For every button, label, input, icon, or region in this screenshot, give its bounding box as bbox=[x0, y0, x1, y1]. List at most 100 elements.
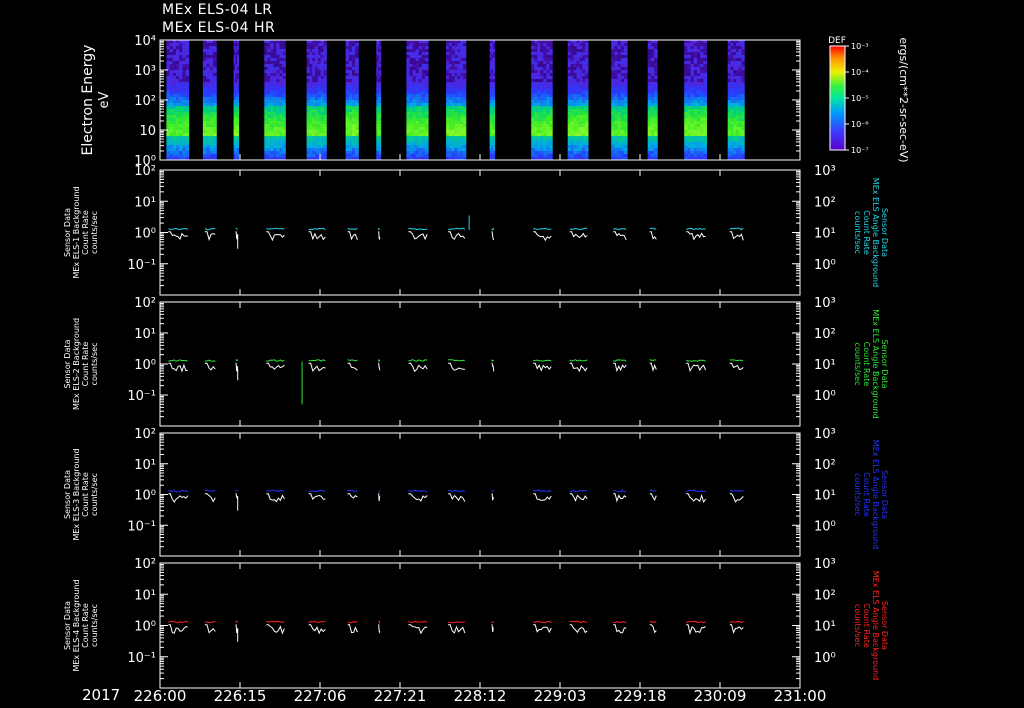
background-trace bbox=[347, 620, 358, 624]
panel-frame bbox=[159, 562, 801, 689]
sensor-trace bbox=[378, 493, 381, 502]
background-trace bbox=[235, 359, 239, 362]
sensor-trace bbox=[569, 231, 588, 239]
background-trace bbox=[685, 359, 706, 362]
spectrogram-panel: 10⁴10³10²1010⁰Electron Energy eV bbox=[80, 34, 801, 169]
background-trace bbox=[168, 359, 188, 362]
background-trace bbox=[613, 227, 627, 231]
background-trace bbox=[204, 228, 216, 231]
background-trace bbox=[308, 620, 326, 623]
background-trace bbox=[266, 227, 285, 230]
sensor-trace bbox=[235, 493, 239, 511]
background-trace bbox=[686, 227, 706, 231]
background-trace bbox=[729, 227, 744, 231]
sensor-trace bbox=[613, 624, 627, 634]
sensor-trace bbox=[686, 624, 706, 636]
sensor-trace bbox=[347, 231, 358, 241]
sensor-trace bbox=[266, 624, 285, 635]
y-tick-label: 10⁻¹ bbox=[127, 389, 156, 404]
background-trace bbox=[649, 359, 657, 362]
sensor-trace bbox=[448, 624, 466, 634]
y-axis-label-unit: eV bbox=[97, 91, 112, 108]
right-axis-label-line: counts/sec bbox=[853, 473, 862, 516]
y-tick-label: 10² bbox=[134, 427, 156, 442]
x-tick-label: 231:00 bbox=[774, 687, 827, 705]
y-tick-label-right: 10⁰ bbox=[814, 389, 836, 404]
y-tick-label: 10⁰ bbox=[134, 358, 156, 373]
sensor-trace bbox=[347, 624, 358, 633]
y-axis-label-line: MEx ELS-2 Background bbox=[72, 318, 81, 410]
y-axis-label-line: counts/sec bbox=[90, 343, 99, 386]
right-axis-label-line: Count Rate bbox=[862, 210, 871, 255]
sensor-trace bbox=[408, 493, 428, 502]
sensor-trace bbox=[347, 362, 358, 371]
colorbar-title: DEF bbox=[828, 36, 846, 46]
sensor-trace bbox=[168, 231, 188, 240]
background-trace bbox=[266, 359, 285, 362]
background-trace bbox=[533, 227, 552, 230]
sensor-trace bbox=[686, 362, 707, 372]
sensor-trace bbox=[378, 231, 381, 240]
y-tick-label-right: 10² bbox=[814, 195, 836, 210]
sensor-trace bbox=[686, 493, 707, 504]
background-trace bbox=[491, 359, 494, 362]
right-axis-label-line: MEx ELS Angle Background bbox=[871, 440, 880, 549]
background-trace bbox=[408, 620, 428, 624]
background-trace bbox=[408, 359, 428, 362]
background-trace bbox=[408, 489, 428, 493]
sensor-trace bbox=[168, 362, 188, 373]
sensor-trace bbox=[491, 231, 495, 241]
y-tick-label: 10¹ bbox=[134, 195, 156, 210]
y-tick-label: 10¹ bbox=[134, 588, 156, 603]
background-trace bbox=[613, 621, 627, 624]
background-trace bbox=[168, 227, 189, 231]
sensor-trace bbox=[266, 493, 285, 503]
y-tick-label: 10³ bbox=[134, 64, 156, 79]
line-panel-2: 10²10¹10⁰10⁻¹10³10²10¹10⁰Sensor Data MEx … bbox=[63, 296, 889, 427]
y-axis-label-line: Count Rate bbox=[81, 472, 90, 517]
background-trace bbox=[729, 359, 744, 362]
line-panel-1: 10²10¹10⁰10⁻¹10³10²10¹10⁰Sensor Data MEx … bbox=[63, 164, 889, 296]
y-axis-label-line: counts/sec bbox=[90, 211, 99, 254]
background-trace bbox=[235, 228, 239, 230]
sensor-trace bbox=[533, 231, 552, 242]
figure: MEx ELS-04 LR MEx ELS-04 HR 10⁴ 10³ 10² 10 1… bbox=[0, 0, 1024, 708]
background-trace bbox=[204, 489, 216, 492]
background-trace bbox=[266, 620, 285, 624]
y-axis-label-line: MEx ELS-4 Background bbox=[72, 579, 81, 671]
spectrogram-interval bbox=[684, 40, 707, 161]
spectrogram-interval bbox=[233, 40, 240, 161]
right-axis-label-line: counts/sec bbox=[853, 211, 862, 254]
right-axis-label-line: Sensor Data bbox=[880, 601, 889, 650]
spectrogram-interval bbox=[531, 40, 553, 161]
right-axis-label-line: MEx ELS Angle Background bbox=[871, 178, 880, 287]
y-axis-label: Electron Energy eV bbox=[80, 45, 112, 156]
right-axis-label-line: Count Rate bbox=[862, 342, 871, 387]
background-trace bbox=[308, 227, 326, 231]
y-tick-label: 10⁻¹ bbox=[127, 651, 156, 666]
sensor-trace bbox=[729, 362, 744, 370]
sensor-trace bbox=[308, 624, 326, 635]
y-tick-label-right: 10¹ bbox=[814, 358, 836, 373]
spectrogram-interval bbox=[647, 40, 658, 161]
sensor-trace bbox=[378, 362, 381, 371]
y-axis-label-line: MEx ELS-3 Background bbox=[72, 448, 81, 540]
y-axis-label-line: Sensor Data bbox=[63, 208, 72, 257]
sensor-trace bbox=[266, 231, 285, 242]
sensor-trace bbox=[204, 624, 216, 634]
spectrogram-interval bbox=[611, 40, 628, 161]
sensor-trace bbox=[729, 624, 744, 634]
background-trace bbox=[204, 621, 216, 624]
sensor-trace bbox=[408, 362, 428, 373]
background-trace bbox=[408, 227, 428, 231]
y-tick-label: 10⁻¹ bbox=[127, 519, 156, 534]
background-trace bbox=[308, 359, 326, 362]
background-trace bbox=[168, 489, 189, 493]
colorbar-tick-label: 10⁻⁶ bbox=[851, 120, 869, 129]
date-label: 2017 bbox=[82, 686, 121, 704]
spectrogram-interval bbox=[489, 40, 496, 161]
sensor-trace bbox=[235, 231, 239, 249]
x-tick-label: 229:18 bbox=[614, 687, 667, 705]
background-trace bbox=[347, 489, 358, 493]
background-trace bbox=[613, 489, 627, 493]
